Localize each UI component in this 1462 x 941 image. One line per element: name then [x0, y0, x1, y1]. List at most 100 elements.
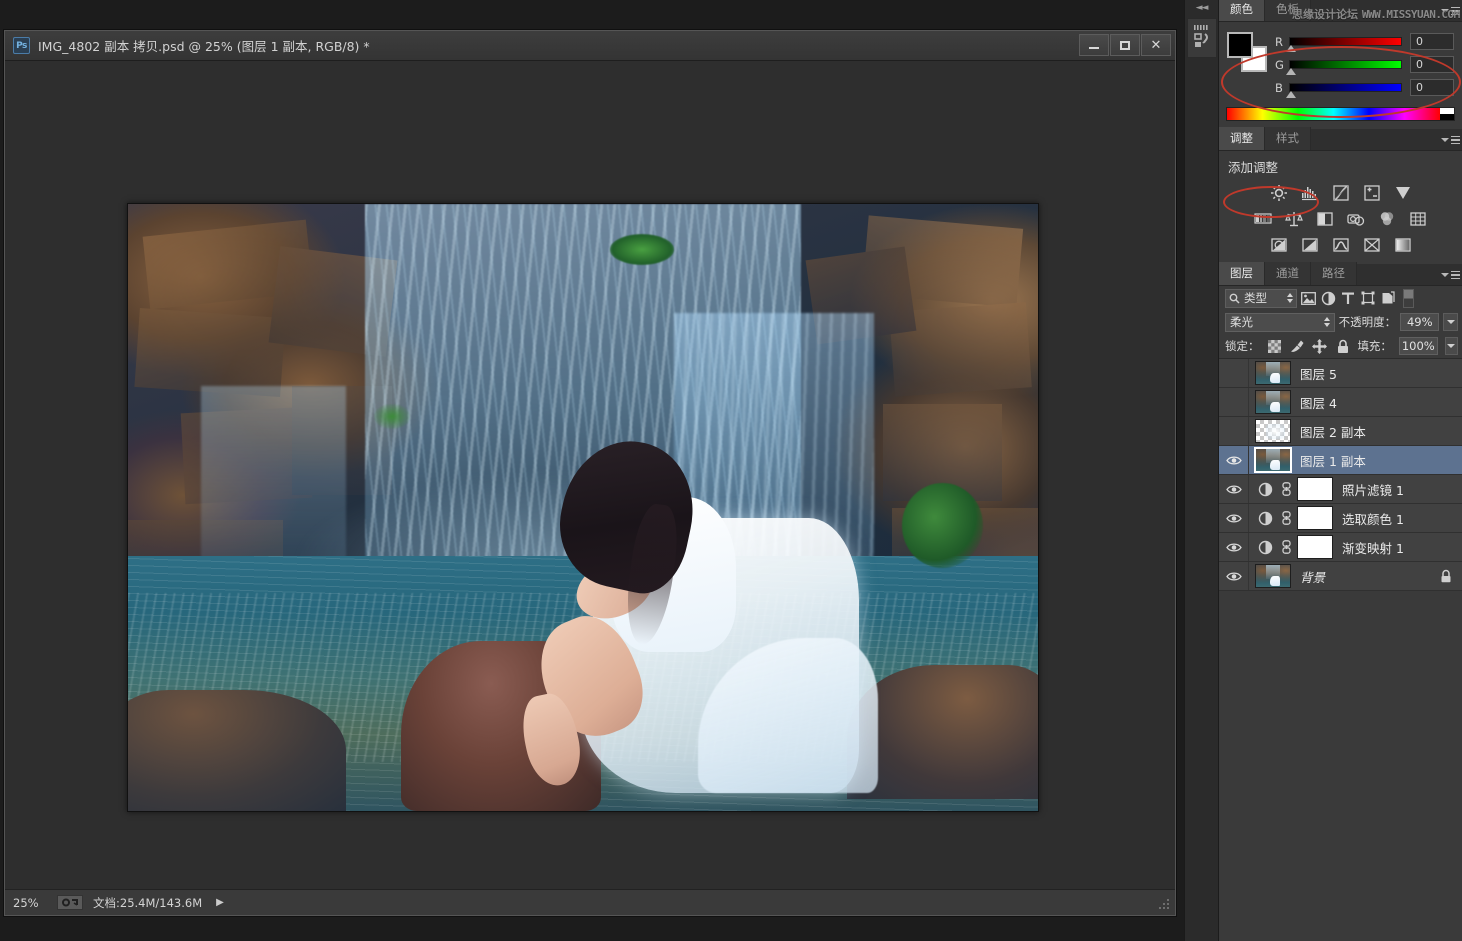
maximize-button[interactable] [1110, 34, 1140, 56]
layer-name: 选取颜色 1 [1342, 511, 1404, 527]
lock-position-icon[interactable] [1312, 337, 1328, 355]
minimize-button[interactable] [1079, 34, 1109, 56]
adjustment-icon-row-2 [1219, 206, 1462, 232]
black-white-icon[interactable] [1314, 209, 1336, 229]
zoom-level[interactable]: 25% [5, 896, 57, 910]
threshold-icon[interactable] [1330, 235, 1352, 255]
layer-mask-thumbnail[interactable] [1297, 506, 1333, 530]
table-row[interactable]: 图层 5 [1219, 359, 1462, 388]
tab-adjustments[interactable]: 调整 [1219, 127, 1265, 150]
channel-value-g[interactable]: 0 [1410, 56, 1454, 73]
table-row[interactable]: 照片滤镜 1 [1219, 475, 1462, 504]
hue-saturation-icon[interactable] [1252, 209, 1274, 229]
layer-thumbnail[interactable] [1254, 447, 1292, 473]
artboard[interactable] [127, 203, 1039, 812]
layer-visibility-toggle[interactable] [1219, 475, 1249, 503]
posterize-icon[interactable] [1299, 235, 1321, 255]
tab-paths[interactable]: 路径 [1311, 262, 1357, 285]
mask-link-icon[interactable] [1279, 477, 1293, 501]
document-title: IMG_4802 副本 拷贝.psd @ 25% (图层 1 副本, RGB/8… [38, 39, 370, 54]
layer-visibility-toggle[interactable] [1219, 417, 1249, 445]
layer-filter-bar: 类型 [1219, 286, 1462, 310]
close-button[interactable]: ✕ [1141, 34, 1171, 56]
table-row[interactable]: 图层 4 [1219, 388, 1462, 417]
channel-value-r[interactable]: 0 [1410, 33, 1454, 50]
lock-all-icon[interactable] [1335, 337, 1351, 355]
layer-name: 背景 [1300, 569, 1326, 585]
color-swatches[interactable] [1227, 32, 1267, 72]
tab-channels[interactable]: 通道 [1265, 262, 1311, 285]
fill-dropdown-button[interactable] [1444, 337, 1458, 355]
channel-slider-b[interactable] [1286, 83, 1402, 98]
layer-visibility-toggle[interactable] [1219, 504, 1249, 532]
curves-icon[interactable] [1330, 183, 1352, 203]
panel-menu-icon[interactable] [1441, 134, 1460, 146]
channel-slider-g[interactable] [1286, 60, 1402, 75]
fill-value[interactable]: 100% [1398, 337, 1438, 355]
layer-thumbnail[interactable] [1255, 419, 1291, 443]
gradient-map-icon[interactable] [1361, 235, 1383, 255]
text-filter-icon[interactable] [1339, 289, 1357, 307]
invert-icon[interactable] [1268, 235, 1290, 255]
color-spectrum-ramp[interactable] [1226, 107, 1455, 121]
history-actions-icon[interactable] [1186, 18, 1217, 58]
color-lookup-icon[interactable] [1407, 209, 1429, 229]
resize-grip[interactable] [1157, 897, 1171, 911]
opacity-dropdown-button[interactable] [1443, 313, 1458, 331]
blend-mode-select[interactable]: 柔光 [1225, 312, 1335, 332]
mask-link-icon[interactable] [1279, 535, 1293, 559]
eye-icon [1225, 484, 1242, 494]
pixel-filter-icon[interactable] [1299, 289, 1317, 307]
tab-color[interactable]: 颜色 [1219, 0, 1265, 21]
table-row[interactable]: 选取颜色 1 [1219, 504, 1462, 533]
lock-transparent-icon[interactable] [1267, 337, 1283, 355]
filter-enable-toggle[interactable] [1403, 288, 1414, 308]
table-row[interactable]: 图层 2 副本 [1219, 417, 1462, 446]
shape-filter-icon[interactable] [1359, 289, 1377, 307]
foreground-color-swatch[interactable] [1227, 32, 1253, 58]
table-row[interactable]: 渐变映射 1 [1219, 533, 1462, 562]
panel-menu-icon[interactable] [1441, 269, 1460, 281]
document-title-bar[interactable]: Ps IMG_4802 副本 拷贝.psd @ 25% (图层 1 副本, RG… [5, 31, 1175, 61]
layer-visibility-toggle[interactable] [1219, 533, 1249, 561]
mask-link-icon[interactable] [1279, 506, 1293, 530]
photo-filter-icon[interactable] [1345, 209, 1367, 229]
adjustment-filter-icon[interactable] [1319, 289, 1337, 307]
eye-icon [1225, 455, 1242, 465]
channel-mixer-icon[interactable] [1376, 209, 1398, 229]
table-row[interactable]: 背景 [1219, 562, 1462, 591]
levels-icon[interactable] [1299, 183, 1321, 203]
table-row[interactable]: 图层 1 副本 [1219, 446, 1462, 475]
layer-filter-type-select[interactable]: 类型 [1225, 288, 1297, 308]
opacity-value[interactable]: 49% [1400, 313, 1440, 331]
chevron-updown-icon [1323, 317, 1330, 327]
lock-image-icon[interactable] [1289, 337, 1305, 355]
tab-layers[interactable]: 图层 [1219, 262, 1265, 285]
channel-value-b[interactable]: 0 [1410, 79, 1454, 96]
brightness-contrast-icon[interactable] [1268, 183, 1290, 203]
layer-visibility-toggle[interactable] [1219, 359, 1249, 387]
layer-visibility-toggle[interactable] [1219, 446, 1249, 474]
layer-mask-thumbnail[interactable] [1297, 535, 1333, 559]
adjustment-icon-row-1 [1219, 180, 1462, 206]
canvas-area[interactable] [5, 61, 1175, 889]
layer-thumbnail[interactable] [1255, 564, 1291, 588]
eye-icon [1225, 513, 1242, 523]
smartobject-filter-icon[interactable] [1379, 289, 1397, 307]
exposure-icon[interactable] [1361, 183, 1383, 203]
layer-thumbnail[interactable] [1255, 361, 1291, 385]
layer-visibility-toggle[interactable] [1219, 388, 1249, 416]
adjustment-layer-icon [1255, 477, 1275, 501]
tab-styles[interactable]: 样式 [1265, 127, 1311, 150]
channel-slider-r[interactable] [1286, 37, 1402, 52]
vibrance-icon[interactable] [1392, 183, 1414, 203]
three-up-down-icon[interactable] [57, 895, 83, 910]
layer-visibility-toggle[interactable] [1219, 562, 1249, 590]
selective-color-icon[interactable] [1392, 235, 1414, 255]
lock-label: 锁定： [1225, 339, 1260, 353]
layer-thumbnail[interactable] [1255, 390, 1291, 414]
layer-mask-thumbnail[interactable] [1297, 477, 1333, 501]
status-expand-arrow[interactable]: ▶ [216, 897, 224, 908]
collapse-double-arrow-icon[interactable]: ◄◄ [1185, 0, 1218, 16]
color-balance-icon[interactable] [1283, 209, 1305, 229]
